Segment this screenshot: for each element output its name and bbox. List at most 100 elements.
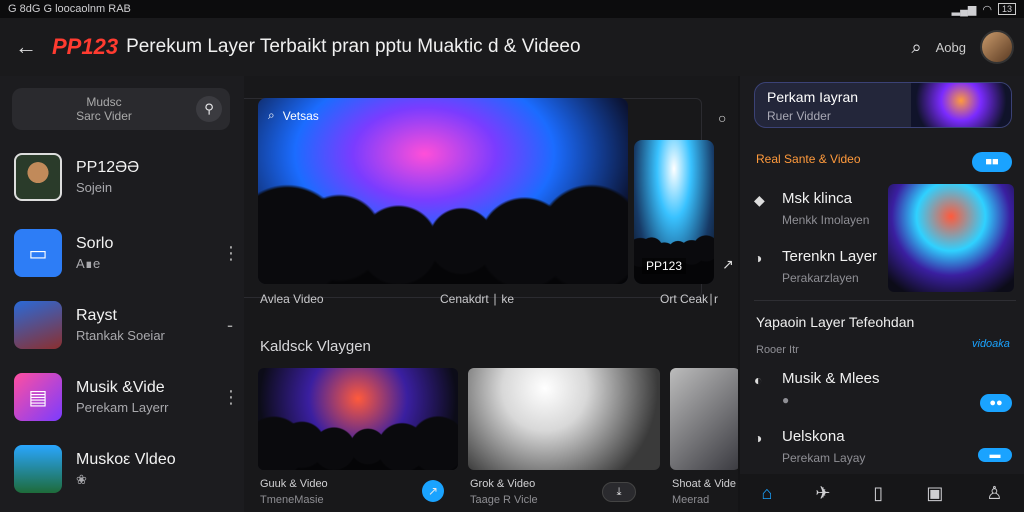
singer-thumb bbox=[14, 445, 62, 493]
section-title: Kaldsck Vlaygen bbox=[260, 338, 371, 355]
sidebar-item-subtitle: Rtankak Soeiar bbox=[76, 328, 165, 343]
expand-icon[interactable]: ↗ bbox=[722, 256, 734, 273]
card-title: Grok & Video bbox=[470, 478, 536, 490]
promo-subtitle: Ruer Vidder bbox=[767, 109, 831, 123]
chat-icon: ◑ bbox=[754, 250, 763, 266]
status-icons: ▂▄▆ ◠ 13 bbox=[952, 3, 1016, 16]
header-actions: ⌕ Aobg bbox=[740, 18, 1024, 76]
card-subtitle: Meerad bbox=[672, 494, 710, 506]
search-icon: ⌕ bbox=[268, 108, 275, 122]
video-folder-icon: ▭ bbox=[14, 229, 62, 277]
hero-caption-mid: Cenakdrt ∣ ke bbox=[440, 292, 515, 306]
bottom-nav: ⌂ ✈ ▯ ▣ ♙ bbox=[740, 474, 1024, 512]
search-icon[interactable]: ⚲ bbox=[196, 96, 222, 122]
arrow-left-icon: ← bbox=[15, 34, 37, 59]
bookmark-icon[interactable]: ▣ bbox=[926, 483, 943, 504]
download-icon[interactable]: ⤓ bbox=[602, 482, 636, 502]
app-header: ← PP123 Perekum Layer Terbaikt pran pptu… bbox=[0, 18, 740, 76]
chat-icon: ◑ bbox=[754, 430, 763, 446]
search-box[interactable]: Mudsc Sarc Vider ⚲ bbox=[12, 88, 230, 130]
list-item-subtitle: Perekam Layay bbox=[782, 451, 866, 465]
list-item-title: Terenkn Layer bbox=[782, 248, 878, 265]
home-icon[interactable]: ⌂ bbox=[761, 483, 772, 504]
hero-label: ⌕ Vetsas bbox=[268, 108, 319, 123]
promo-image bbox=[911, 83, 1011, 127]
list-item-title: Msk klinca bbox=[782, 190, 853, 207]
page-title: Perekum Layer Terbaikt pran pptu Muaktic… bbox=[126, 36, 581, 57]
sidebar-item-title: Sorlo bbox=[76, 234, 114, 252]
divider bbox=[754, 300, 1016, 301]
hero-caption-right: Ort Ceak∣r bbox=[660, 292, 719, 306]
list-item[interactable]: ◑ Terenkn Layer Perakarzlayen bbox=[754, 248, 877, 285]
list-item[interactable]: ◆ Msk klinca Menkk Imolayen bbox=[754, 190, 869, 227]
toggle-icon[interactable]: ●● bbox=[980, 394, 1012, 412]
card-title: Shoat & Vide bbox=[672, 478, 737, 490]
sidebar-item-subtitle: A∎e bbox=[76, 255, 101, 271]
search-icon[interactable]: ⌕ bbox=[912, 37, 922, 58]
sidebar: Mudsc Sarc Vider ⚲ PP12ƏƏ Sojein ▭ Sorlo… bbox=[0, 76, 244, 512]
battery-icon: 13 bbox=[997, 3, 1016, 15]
sidebar-item-title: Musik &Vide bbox=[76, 379, 165, 396]
user-label[interactable]: Aobg bbox=[936, 40, 966, 55]
hero-video[interactable]: ⌕ Vetsas bbox=[258, 98, 628, 284]
list-item[interactable]: ◐ Musik & Mlees ● bbox=[754, 370, 880, 407]
sidebar-item[interactable]: PP12ƏƏ Sojein bbox=[14, 148, 238, 206]
wifi-icon: ◠ bbox=[982, 3, 992, 16]
list-item-title: Musik & Mlees bbox=[782, 370, 880, 387]
sidebar-item-subtitle: Perekam Layerr bbox=[76, 400, 169, 415]
music-icon: ◐ bbox=[754, 372, 763, 388]
sidebar-item[interactable]: Rayst Rtankak Soeiar - bbox=[14, 296, 238, 354]
brand-logo: PP123 bbox=[52, 34, 119, 59]
promo-title: Perkam Iayran bbox=[767, 89, 859, 105]
guitarist-thumb[interactable] bbox=[888, 184, 1014, 292]
sidebar-item-title: PP12ƏƏ bbox=[76, 159, 140, 176]
tag-icon: ◆ bbox=[754, 192, 765, 208]
list-item[interactable]: ◑ Uelskona Perekam Layay bbox=[754, 428, 865, 465]
search-line2: Sarc Vider bbox=[76, 109, 132, 123]
crowd-silhouette bbox=[258, 181, 628, 284]
video-card[interactable] bbox=[468, 368, 660, 470]
view-more-link[interactable]: vidoaka bbox=[972, 338, 1010, 350]
crowd-silhouette bbox=[258, 413, 458, 470]
main-content: ⌕ Vetsas PP123 ○ ↗ Avlea Video Cenakdrt … bbox=[244, 76, 738, 512]
status-text: G 8dG G loocaolnm RAB bbox=[8, 3, 131, 15]
search-line1: Mudsc bbox=[86, 95, 122, 109]
card-title: Guuk & Video bbox=[260, 478, 328, 490]
card-subtitle: TmeneMasie bbox=[260, 494, 324, 506]
more-icon[interactable]: ⋮ bbox=[222, 387, 240, 408]
more-icon[interactable]: - bbox=[222, 315, 238, 336]
sidebar-item[interactable]: ▭ Sorlo A∎e ⋮ bbox=[14, 224, 240, 282]
music-video-icon: ▤ bbox=[14, 373, 62, 421]
share-icon[interactable]: ↗ bbox=[422, 480, 444, 502]
sidebar-item-title: Rayst bbox=[76, 307, 117, 324]
artist-thumb bbox=[14, 301, 62, 349]
sidebar-item-title: Muskoε Vldeo bbox=[76, 450, 176, 468]
section-title: Real Sante & Video bbox=[756, 152, 861, 166]
explore-icon[interactable]: ✈ bbox=[815, 483, 830, 504]
video-card[interactable] bbox=[258, 368, 458, 470]
section-subtitle: Rooer Itr bbox=[756, 344, 799, 356]
list-item-subtitle: ● bbox=[782, 393, 790, 407]
signal-icon: ▂▄▆ bbox=[951, 3, 977, 16]
card-subtitle: Taage R Vicle bbox=[470, 494, 538, 506]
list-item-subtitle: Menkk Imolayen bbox=[782, 213, 870, 227]
library-icon[interactable]: ▯ bbox=[873, 483, 883, 504]
video-badge: PP123 bbox=[642, 258, 687, 274]
toggle-pill[interactable]: ■■ bbox=[972, 152, 1012, 172]
sidebar-item-subtitle: Sojein bbox=[76, 180, 113, 195]
back-button[interactable]: ← bbox=[0, 18, 52, 76]
sidebar-item-subtitle: ❀ bbox=[76, 471, 87, 487]
video-card[interactable] bbox=[670, 368, 738, 470]
sidebar-item[interactable]: ▤ Musik &Vide Perekam Layerr ⋮ bbox=[14, 368, 240, 426]
more-icon[interactable]: ⋮ bbox=[222, 243, 240, 264]
avatar[interactable] bbox=[980, 30, 1014, 64]
hero-label-text: Vetsas bbox=[282, 108, 319, 123]
badge-pill[interactable]: ▬ bbox=[978, 448, 1012, 462]
sidebar-item[interactable]: Muskoε Vldeo ❀ bbox=[14, 440, 238, 498]
promo-banner[interactable]: Perkam Iayran Ruer Vidder bbox=[754, 82, 1012, 128]
circle-icon[interactable]: ○ bbox=[718, 110, 726, 126]
list-item-title: Uelskona bbox=[782, 428, 845, 445]
profile-icon[interactable]: ♙ bbox=[986, 483, 1002, 504]
hero-caption-left: Avlea Video bbox=[260, 292, 324, 306]
profile-thumb bbox=[14, 153, 62, 201]
